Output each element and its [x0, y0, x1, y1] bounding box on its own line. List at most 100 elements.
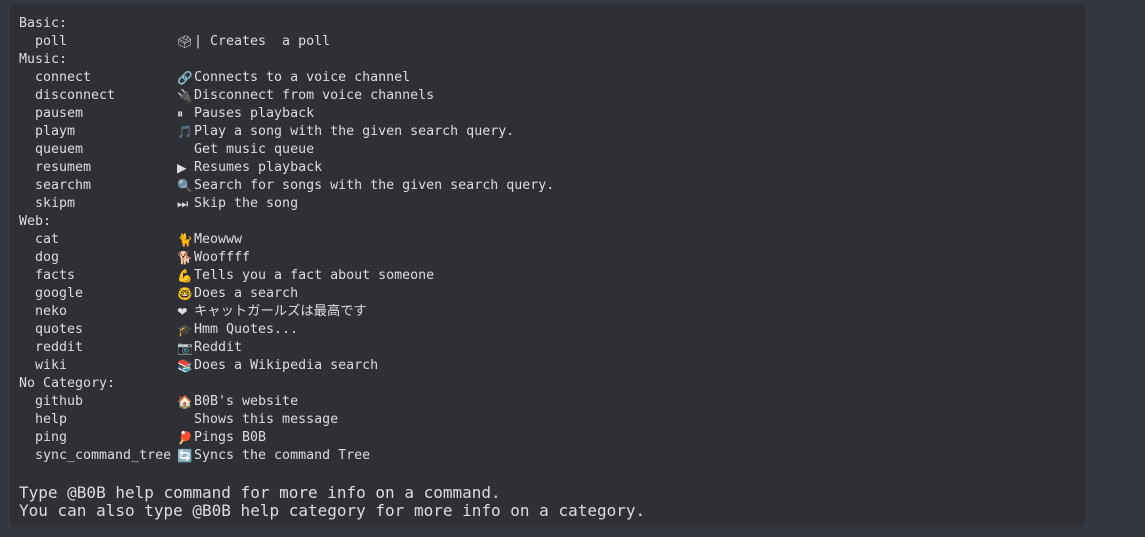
command-row: quotes 🎓 Hmm Quotes... [19, 321, 1086, 339]
ping-pong-emoji: 🏓 [177, 429, 193, 445]
command-name: pausem [35, 106, 84, 121]
command-description: 🔌 Disconnect from voice channels [177, 87, 1086, 105]
command-name: queuem [35, 142, 84, 157]
command-name: wiki [35, 358, 68, 373]
command-row: wiki 📚 Does a Wikipedia search [19, 357, 1086, 375]
command-row: reddit 📷 Reddit [19, 339, 1086, 357]
dog-emoji: 🐕 [177, 249, 193, 265]
command-description-text: B0B's website [194, 394, 299, 409]
command-name: disconnect [35, 88, 116, 103]
command-name: resumem [35, 160, 92, 175]
books-emoji: 📚 [177, 357, 193, 373]
command-description: ▶ Resumes playback [177, 159, 1086, 177]
flexed-biceps-emoji: 💪 [177, 267, 193, 283]
command-description-text: Tells you a fact about someone [194, 268, 435, 283]
command-description: 💪 Tells you a fact about someone [177, 267, 1086, 285]
command-row: github 🏠 B0B's website [19, 393, 1086, 411]
command-row: skipm ⏭ Skip the song [19, 195, 1086, 213]
command-row: cat 🐈 Meowww [19, 231, 1086, 249]
command-row: sync_command_tree 🔄 Syncs the command Tree [19, 447, 1086, 465]
command-description: 🏠 B0B's website [177, 393, 1086, 411]
command-name: sync_command_tree [35, 448, 172, 463]
command-description: 📚 Does a Wikipedia search [177, 357, 1086, 375]
command-name: searchm [35, 178, 92, 193]
command-description-text: Reddit [194, 340, 243, 355]
category-heading: No Category: [19, 376, 116, 391]
graduation-cap-emoji: 🎓 [177, 321, 193, 337]
command-description: 🐕 Wooffff [177, 249, 1086, 267]
command-description-text: Resumes playback [194, 160, 323, 175]
command-row: disconnect 🔌 Disconnect from voice channel… [19, 87, 1086, 105]
command-name: neko [35, 304, 68, 319]
counterclockwise-arrows-emoji: 🔄 [177, 447, 193, 463]
magnifying-glass-emoji: 🔍 [177, 177, 193, 193]
command-description: 🤓 Does a search [177, 285, 1086, 303]
command-description-text: Shows this message [194, 412, 339, 427]
command-description-text: Wooffff [194, 250, 251, 265]
command-description: 🐈 Meowww [177, 231, 1086, 249]
command-description: 🏓 Pings B0B [177, 429, 1086, 447]
next-track-emoji: ⏭ [177, 195, 189, 211]
command-name: skipm [35, 196, 76, 211]
command-description: ❤ キャットガールズは最高です [177, 303, 1086, 321]
command-name: poll [35, 34, 68, 49]
footer-hint-command: Type @B0B help command for more info on … [19, 483, 501, 502]
red-heart-emoji: ❤ [177, 303, 188, 319]
ballot-box-emoji: 🗳 [177, 33, 193, 49]
command-row: dog 🐕 Wooffff [19, 249, 1086, 267]
command-description-text: Meowww [194, 232, 243, 247]
command-name: connect [35, 70, 92, 85]
command-description-text: Syncs the command Tree [194, 448, 371, 463]
command-description-text: Play a song with the given search query. [194, 124, 515, 139]
command-row: resumem ▶ Resumes playback [19, 159, 1086, 177]
footer-hint-category: You can also type @B0B help category for… [19, 501, 646, 520]
command-description: 📷 Reddit [177, 339, 1086, 357]
command-description: 🔗 Connects to a voice channel [177, 69, 1086, 87]
command-description: Get music queue [177, 141, 1086, 159]
pause-button-emoji: ⏸ [177, 105, 184, 121]
command-description-text: Pauses playback [194, 106, 315, 121]
command-row: pausem ⏸ Pauses playback [19, 105, 1086, 123]
command-description-text: Get music queue [194, 142, 315, 157]
command-description-text: Disconnect from voice channels [194, 88, 435, 103]
command-description-text: Skip the song [194, 196, 299, 211]
command-name: github [35, 394, 84, 409]
help-embed-wrapper: Basic: poll 🗳 | Creates a poll Music: connect… [8, 4, 1086, 527]
command-name: help [35, 412, 68, 427]
command-name: quotes [35, 322, 84, 337]
command-description-text: Connects to a voice channel [194, 70, 411, 85]
command-description-text: Hmm Quotes... [194, 322, 299, 337]
command-row: connect 🔗 Connects to a voice channel [19, 69, 1086, 87]
house-emoji: 🏠 [177, 393, 193, 409]
command-row: google 🤓 Does a search [19, 285, 1086, 303]
command-description-text: Does a Wikipedia search [194, 358, 379, 373]
command-name: facts [35, 268, 76, 283]
command-row: playm 🎵 Play a song with the given search … [19, 123, 1086, 141]
command-row: facts 💪 Tells you a fact about someone [19, 267, 1086, 285]
command-description: 🎓 Hmm Quotes... [177, 321, 1086, 339]
command-row: queuem Get music queue [19, 141, 1086, 159]
play-button-emoji: ▶ [177, 159, 187, 175]
footer-spacer [19, 465, 1086, 483]
command-description: 🔄 Syncs the command Tree [177, 447, 1086, 465]
command-description-text: キャットガールズは最高です [194, 304, 367, 319]
nerd-face-emoji: 🤓 [177, 285, 193, 301]
command-description-text: Does a search [194, 286, 299, 301]
command-description: 🗳 | Creates a poll [177, 33, 1086, 51]
command-name: reddit [35, 340, 84, 355]
command-row: help Shows this message [19, 411, 1086, 429]
command-row: searchm 🔍 Search for songs with the given … [19, 177, 1086, 195]
cat-emoji: 🐈 [177, 231, 193, 247]
command-description-text: Search for songs with the given search q… [194, 178, 555, 193]
musical-notes-emoji: 🎵 [177, 123, 193, 139]
link-emoji: 🔗 [177, 69, 193, 85]
command-name: playm [35, 124, 76, 139]
command-description-text: | Creates a poll [194, 34, 331, 49]
command-row: ping 🏓 Pings B0B [19, 429, 1086, 447]
command-description: 🔍 Search for songs with the given search … [177, 177, 1086, 195]
plug-emoji: 🔌 [177, 87, 193, 103]
command-row: poll 🗳 | Creates a poll [19, 33, 1086, 51]
command-name: dog [35, 250, 60, 265]
command-name: google [35, 286, 84, 301]
command-description: 🎵 Play a song with the given search query… [177, 123, 1086, 141]
